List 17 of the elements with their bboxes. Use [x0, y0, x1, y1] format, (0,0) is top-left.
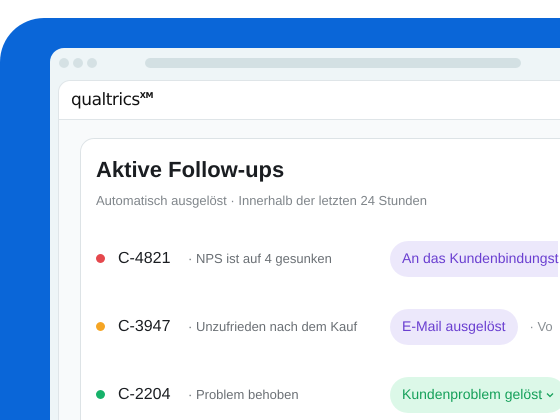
- case-id: C-2204: [118, 384, 172, 405]
- status-tag: An das Kundenbindungst: [390, 240, 558, 277]
- case-detail: · Vo: [530, 318, 553, 336]
- status-tag: E-Mail ausgelöst: [390, 308, 518, 345]
- case-note: · Problem behoben: [188, 386, 300, 404]
- window-control-dot[interactable]: [59, 58, 69, 68]
- card-title: Aktive Follow-ups: [96, 157, 286, 184]
- window-control-dot[interactable]: [87, 58, 97, 68]
- case-id: C-4821: [118, 248, 172, 269]
- case-id: C-3947: [118, 316, 172, 337]
- status-tag: Kundenproblem gelöst: [390, 376, 560, 413]
- window-control-dot[interactable]: [73, 58, 83, 68]
- address-bar[interactable]: [145, 58, 521, 68]
- logo: qualtrics$^{XM}$: [71, 90, 153, 110]
- case-note: · NPS ist auf 4 gesunken: [188, 250, 333, 268]
- case-note: · Unzufrieden nach dem Kauf: [188, 318, 358, 336]
- card-subtitle: Automatisch ausgelöst · Innerhalb der letzten 24 Stunden: [96, 192, 428, 210]
